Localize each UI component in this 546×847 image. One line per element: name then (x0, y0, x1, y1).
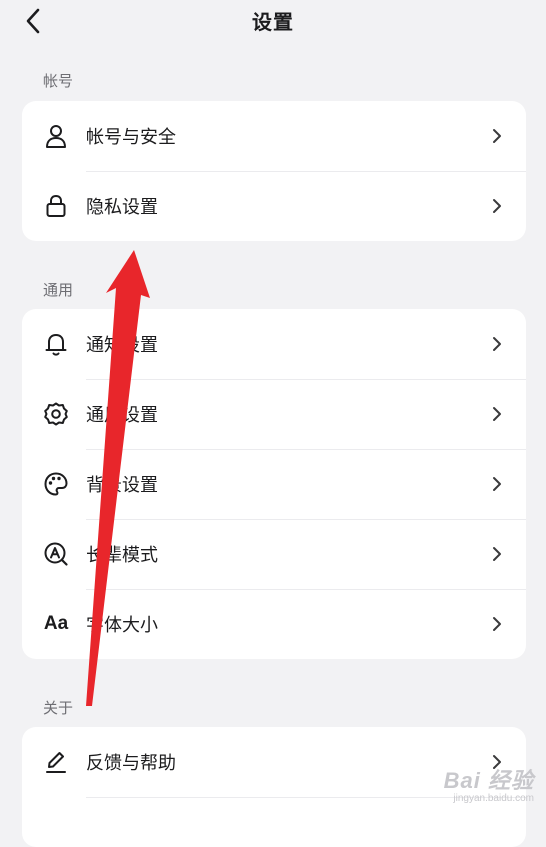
palette-icon (42, 470, 70, 498)
watermark: Bai 经验 jingyan.baidu.com (444, 763, 534, 804)
settings-item-label: 反馈与帮助 (86, 753, 176, 774)
gear-icon (42, 400, 70, 428)
settings-item-label: 隐私设置 (86, 197, 158, 218)
watermark-logo: Bai 经验 (443, 768, 534, 793)
settings-item-background[interactable]: 背景设置 (22, 449, 526, 519)
settings-item-partial[interactable] (22, 797, 526, 847)
font-size-icon: Aa (42, 610, 70, 638)
settings-item-label: 通用设置 (86, 405, 158, 426)
chevron-right-icon (492, 128, 504, 144)
lock-icon (42, 192, 70, 220)
general-card: 通知设置 通用设置 背景设置 长辈模式 Aa 字体大小 (22, 309, 526, 659)
font-size-glyph: Aa (43, 613, 69, 634)
elder-mode-icon (42, 540, 70, 568)
settings-item-label: 字体大小 (86, 615, 158, 636)
settings-item-general[interactable]: 通用设置 (22, 379, 526, 449)
chevron-right-icon (492, 198, 504, 214)
settings-item-account-security[interactable]: 帐号与安全 (22, 101, 526, 171)
settings-item-elder-mode[interactable]: 长辈模式 (22, 519, 526, 589)
settings-item-label: 背景设置 (86, 475, 158, 496)
pencil-icon (42, 748, 70, 776)
section-label-about: 关于 (43, 699, 74, 717)
watermark-url: jingyan.baidu.com (453, 793, 534, 804)
bell-icon (42, 330, 70, 358)
settings-item-font-size[interactable]: Aa 字体大小 (22, 589, 526, 659)
nav-bar: 设置 (0, 0, 546, 42)
settings-item-notifications[interactable]: 通知设置 (22, 309, 526, 379)
account-card: 帐号与安全 隐私设置 (22, 101, 526, 241)
settings-item-label: 通知设置 (86, 335, 158, 356)
chevron-right-icon (492, 336, 504, 352)
chevron-right-icon (492, 616, 504, 632)
section-label-general: 通用 (43, 281, 74, 299)
chevron-right-icon (492, 546, 504, 562)
settings-item-label: 长辈模式 (86, 545, 158, 566)
chevron-right-icon (492, 406, 504, 422)
chevron-right-icon (492, 476, 504, 492)
settings-item-privacy[interactable]: 隐私设置 (22, 171, 526, 241)
user-icon (42, 122, 70, 150)
section-label-account: 帐号 (43, 72, 74, 90)
page-title: 设置 (252, 10, 294, 34)
settings-item-label: 帐号与安全 (86, 127, 176, 148)
